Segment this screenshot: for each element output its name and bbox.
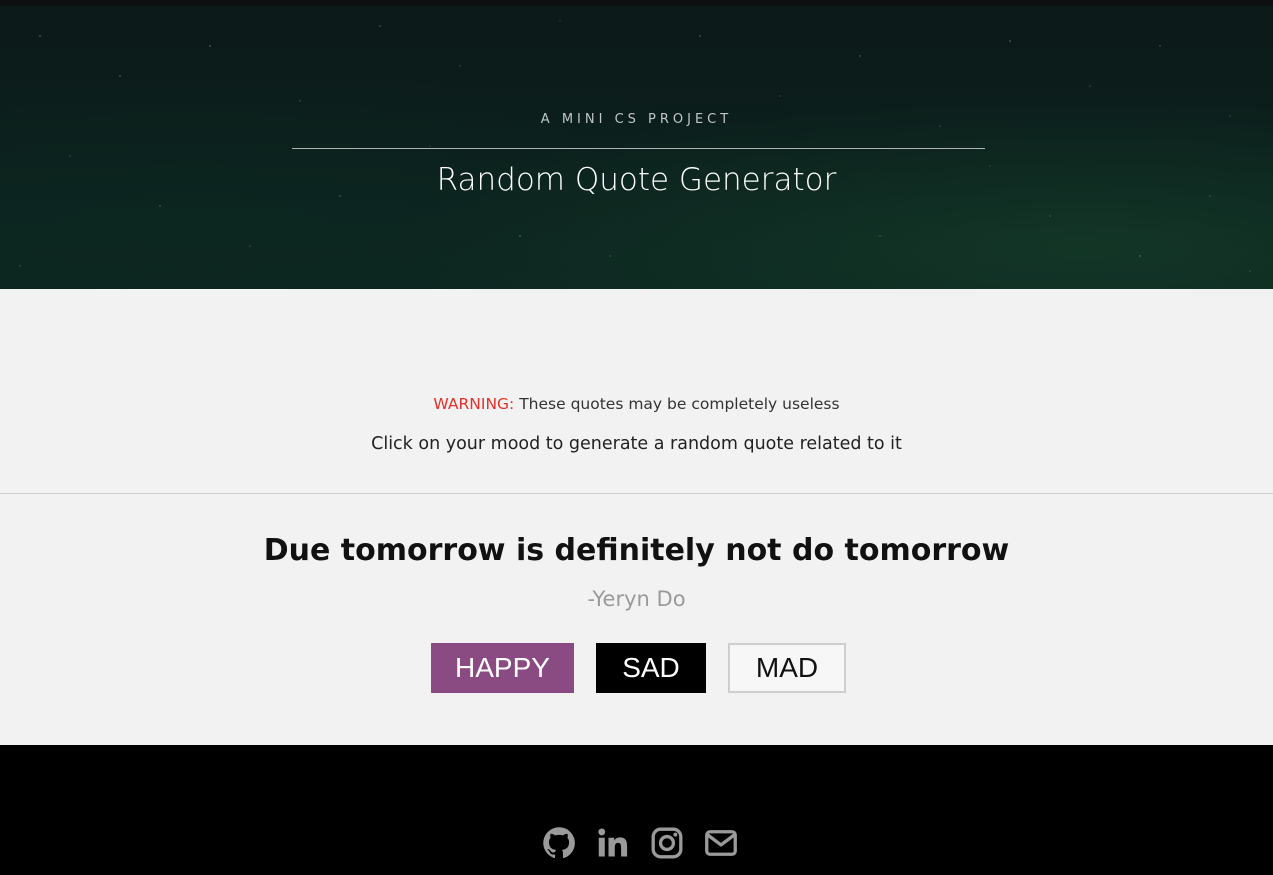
quote-text: Due tomorrow is definitely not do tomorr… <box>263 533 1010 568</box>
hero-banner: A MINI CS PROJECT Random Quote Generator <box>0 6 1273 289</box>
envelope-icon[interactable] <box>703 825 739 861</box>
page-title: Random Quote Generator <box>436 162 837 198</box>
happy-button[interactable]: HAPPY <box>431 643 574 693</box>
quote-author: -Yeryn Do <box>587 587 686 611</box>
mad-button[interactable]: MAD <box>728 643 846 693</box>
github-icon[interactable] <box>541 825 577 861</box>
warning-text: These quotes may be completely useless <box>514 395 840 413</box>
hero-divider <box>292 148 985 149</box>
sad-button[interactable]: SAD <box>596 643 706 693</box>
social-links <box>541 825 739 861</box>
warning-line: WARNING: These quotes may be completely … <box>0 395 1273 413</box>
instruction-text: Click on your mood to generate a random … <box>371 434 902 454</box>
instagram-icon[interactable] <box>649 825 685 861</box>
section-divider <box>0 493 1273 494</box>
main-content: WARNING: These quotes may be completely … <box>0 289 1273 745</box>
warning-label: WARNING: <box>433 395 515 413</box>
footer <box>0 745 1273 875</box>
linkedin-icon[interactable] <box>595 825 631 861</box>
project-kicker: A MINI CS PROJECT <box>540 112 733 127</box>
